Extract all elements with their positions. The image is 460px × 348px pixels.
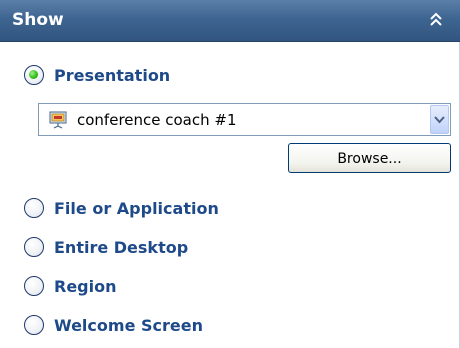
option-label: Welcome Screen	[54, 315, 203, 335]
option-welcome-screen[interactable]: Welcome Screen	[24, 311, 203, 339]
option-label: File or Application	[54, 198, 219, 218]
option-region[interactable]: Region	[24, 272, 117, 300]
presentation-icon	[49, 111, 67, 129]
option-presentation[interactable]: Presentation	[24, 61, 170, 89]
presentation-select[interactable]: conference coach #1	[38, 103, 451, 136]
browse-button[interactable]: Browse...	[288, 143, 451, 173]
entire-desktop-radio[interactable]	[24, 237, 44, 257]
option-label: Presentation	[54, 65, 171, 85]
region-radio[interactable]	[24, 276, 44, 296]
welcome-screen-radio[interactable]	[24, 315, 44, 335]
option-label: Region	[54, 276, 117, 296]
presentation-radio[interactable]	[24, 65, 44, 85]
panel-header[interactable]: Show	[0, 0, 460, 42]
option-label: Entire Desktop	[54, 237, 189, 257]
dropdown-arrow-icon[interactable]	[430, 105, 449, 134]
option-file-or-application[interactable]: File or Application	[24, 194, 219, 222]
select-value: conference coach #1	[77, 111, 237, 129]
double-chevron-up-icon[interactable]	[426, 10, 446, 30]
show-panel: Show Presentation conference coach #1 Br…	[0, 0, 460, 348]
option-entire-desktop[interactable]: Entire Desktop	[24, 233, 188, 261]
panel-title: Show	[12, 10, 64, 30]
file-or-application-radio[interactable]	[24, 198, 44, 218]
